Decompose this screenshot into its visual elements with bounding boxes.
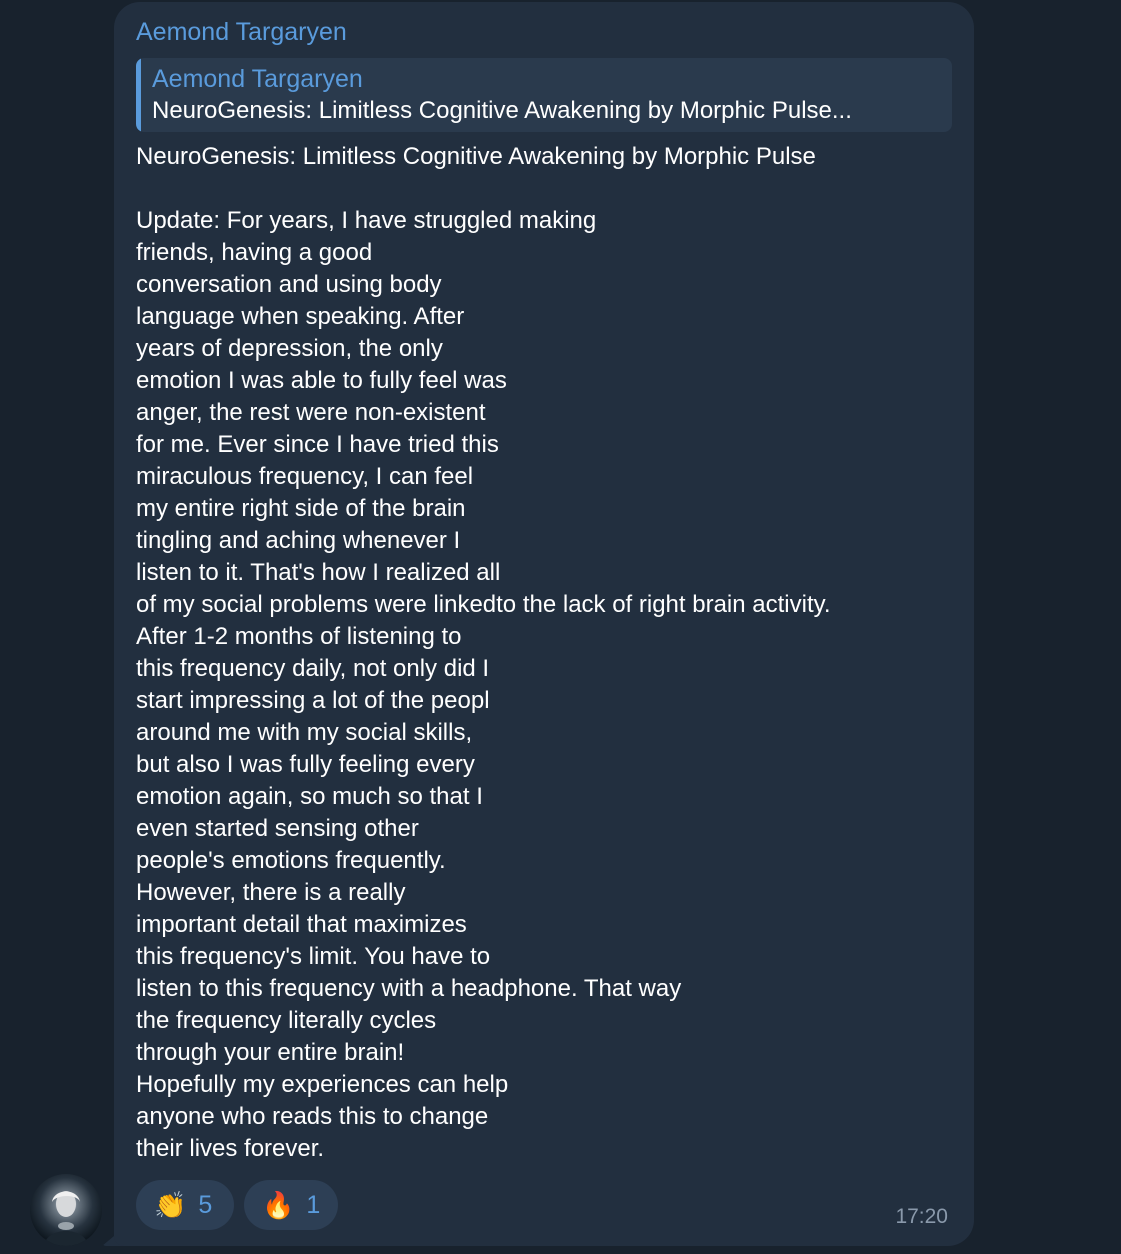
message-line: this frequency's limit. You have to (136, 943, 491, 970)
message-line: miraculous frequency, I can feel (136, 463, 474, 490)
message-line: anyone who reads this to change (136, 1103, 489, 1130)
reaction-fire[interactable]: 🔥 1 (244, 1180, 338, 1230)
message-line: for me. Ever since I have tried this (136, 431, 499, 458)
message-footer: 👏 5 🔥 1 17:20 (136, 1180, 948, 1230)
message-line: the frequency literally cycles (136, 1007, 437, 1034)
avatar-portrait-icon (44, 1191, 88, 1246)
chat-area: Aemond Targaryen Aemond Targaryen NeuroG… (0, 0, 1121, 1254)
message-line: start impressing a lot of the peopl (136, 687, 490, 714)
message-line: NeuroGenesis: Limitless Cognitive Awaken… (136, 143, 816, 170)
message-line: my entire right side of the brain (136, 495, 466, 522)
message-text: NeuroGenesis: Limitless Cognitive Awaken… (136, 141, 952, 1165)
clapping-hands-icon: 👏 (154, 1190, 187, 1220)
reply-preview[interactable]: Aemond Targaryen NeuroGenesis: Limitless… (136, 58, 952, 132)
message-line: However, there is a really (136, 879, 406, 906)
reaction-clap[interactable]: 👏 5 (136, 1180, 234, 1230)
message-line: around me with my social skills, (136, 719, 473, 746)
reply-accent-bar (136, 58, 141, 132)
message-time: 17:20 (895, 1205, 948, 1228)
message-line: emotion again, so much so that I (136, 783, 483, 810)
message-line: anger, the rest were non-existent (136, 399, 486, 426)
message-line: tingling and aching whenever I (136, 527, 461, 554)
message-line: but also I was fully feeling every (136, 751, 475, 778)
reply-text: NeuroGenesis: Limitless Cognitive Awaken… (152, 97, 852, 124)
message-line: through your entire brain! (136, 1039, 405, 1066)
fire-icon: 🔥 (262, 1190, 295, 1220)
message-line: Hopefully my experiences can help (136, 1071, 509, 1098)
message-line: emotion I was able to fully feel was (136, 367, 507, 394)
message-line: their lives forever. (136, 1135, 325, 1162)
message-line: important detail that maximizes (136, 911, 467, 938)
reply-author: Aemond Targaryen (152, 65, 363, 93)
message-bubble[interactable]: Aemond Targaryen Aemond Targaryen NeuroG… (114, 2, 974, 1246)
message-line: even started sensing other (136, 815, 419, 842)
message-line: years of depression, the only (136, 335, 443, 362)
reaction-count: 5 (198, 1190, 213, 1219)
message-line (136, 173, 952, 205)
message-line: of my social problems were linkedto the … (136, 591, 831, 618)
message-line: friends, having a good (136, 239, 373, 266)
message-line: this frequency daily, not only did I (136, 655, 490, 682)
message-line: listen to this frequency with a headphon… (136, 975, 682, 1002)
message-line: people's emotions frequently. (136, 847, 446, 874)
message-line: After 1-2 months of listening to (136, 623, 462, 650)
reaction-count: 1 (306, 1190, 321, 1219)
message-line: conversation and using body (136, 271, 442, 298)
message-line: language when speaking. After (136, 303, 465, 330)
message-line: Update: For years, I have struggled maki… (136, 207, 597, 234)
avatar[interactable] (30, 1174, 102, 1246)
message-line: listen to it. That's how I realized all (136, 559, 501, 586)
sender-name[interactable]: Aemond Targaryen (136, 16, 952, 48)
